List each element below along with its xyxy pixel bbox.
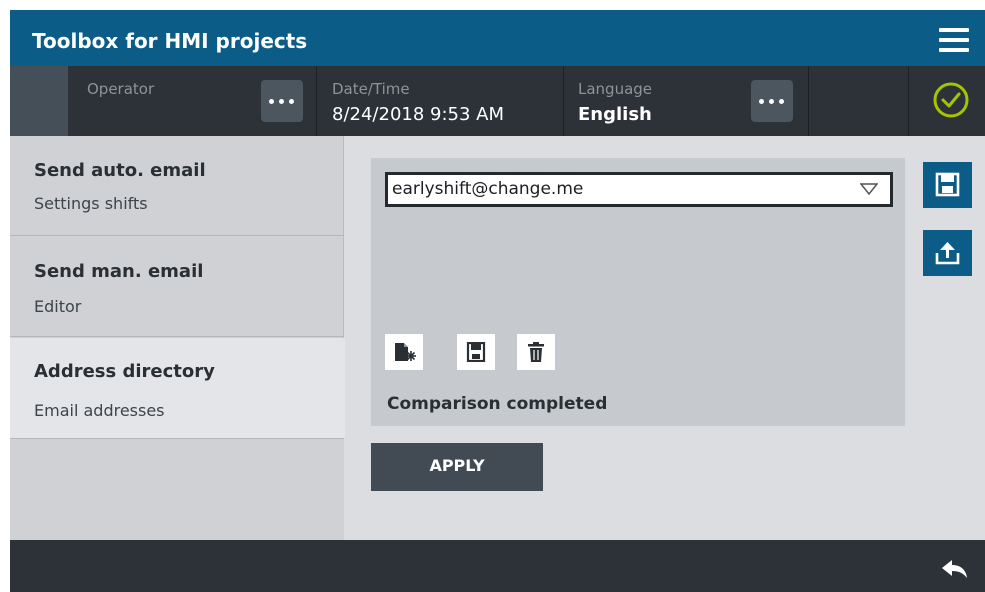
nav-item-subtitle: Settings shifts bbox=[34, 194, 148, 213]
sidebar-item-send-man-email[interactable]: Send man. email Editor bbox=[10, 237, 344, 337]
check-circle-icon bbox=[933, 82, 969, 118]
status-indicator-block bbox=[10, 66, 68, 136]
nav-item-subtitle: Editor bbox=[34, 297, 82, 316]
divider bbox=[808, 66, 809, 136]
sidebar-nav: Send auto. email Settings shifts Send ma… bbox=[10, 136, 345, 540]
delete-entry-button[interactable] bbox=[517, 334, 555, 370]
hmi-app-window: Toolbox for HMI projects Operator Date/T… bbox=[10, 10, 985, 592]
sidebar-empty-area bbox=[10, 438, 344, 540]
divider bbox=[908, 66, 909, 136]
operator-label: Operator bbox=[87, 80, 155, 98]
language-label: Language bbox=[578, 80, 653, 98]
status-bar: Operator Date/Time 8/24/2018 9:53 AM Lan… bbox=[10, 66, 985, 136]
upload-button[interactable] bbox=[923, 230, 972, 276]
email-address-select[interactable]: earlyshift@change.me bbox=[385, 172, 893, 207]
upload-icon bbox=[935, 242, 960, 265]
back-arrow-icon[interactable] bbox=[940, 558, 970, 580]
operator-more-button[interactable] bbox=[261, 80, 303, 122]
sidebar-item-send-auto-email[interactable]: Send auto. email Settings shifts bbox=[10, 136, 344, 236]
hamburger-menu-icon[interactable] bbox=[937, 27, 971, 53]
apply-button[interactable]: APPLY bbox=[371, 443, 543, 491]
language-more-button[interactable] bbox=[751, 80, 793, 122]
nav-item-title: Send man. email bbox=[34, 261, 204, 282]
new-entry-button[interactable] bbox=[385, 334, 423, 370]
divider bbox=[563, 66, 564, 136]
save-icon bbox=[935, 172, 960, 197]
language-value: English bbox=[578, 104, 652, 125]
nav-item-title: Send auto. email bbox=[34, 160, 206, 181]
save-entry-button[interactable] bbox=[457, 334, 495, 370]
sidebar-item-address-directory[interactable]: Address directory Email addresses bbox=[10, 338, 345, 438]
status-message: Comparison completed bbox=[387, 394, 608, 414]
chevron-down-icon bbox=[860, 183, 878, 195]
nav-item-title: Address directory bbox=[34, 361, 215, 382]
divider bbox=[316, 66, 317, 136]
app-title: Toolbox for HMI projects bbox=[32, 29, 308, 53]
nav-item-subtitle: Email addresses bbox=[34, 401, 165, 420]
bottom-bar bbox=[10, 540, 985, 592]
title-bar: Toolbox for HMI projects bbox=[10, 10, 985, 66]
email-select-value: earlyshift@change.me bbox=[392, 179, 584, 199]
datetime-value: 8/24/2018 9:53 AM bbox=[332, 104, 505, 125]
trash-icon bbox=[528, 342, 544, 362]
new-entry-icon bbox=[395, 343, 416, 361]
save-icon bbox=[466, 342, 486, 362]
datetime-label: Date/Time bbox=[332, 80, 410, 98]
address-panel: earlyshift@change.me Comparison complete… bbox=[371, 158, 905, 426]
save-settings-button[interactable] bbox=[923, 162, 972, 208]
